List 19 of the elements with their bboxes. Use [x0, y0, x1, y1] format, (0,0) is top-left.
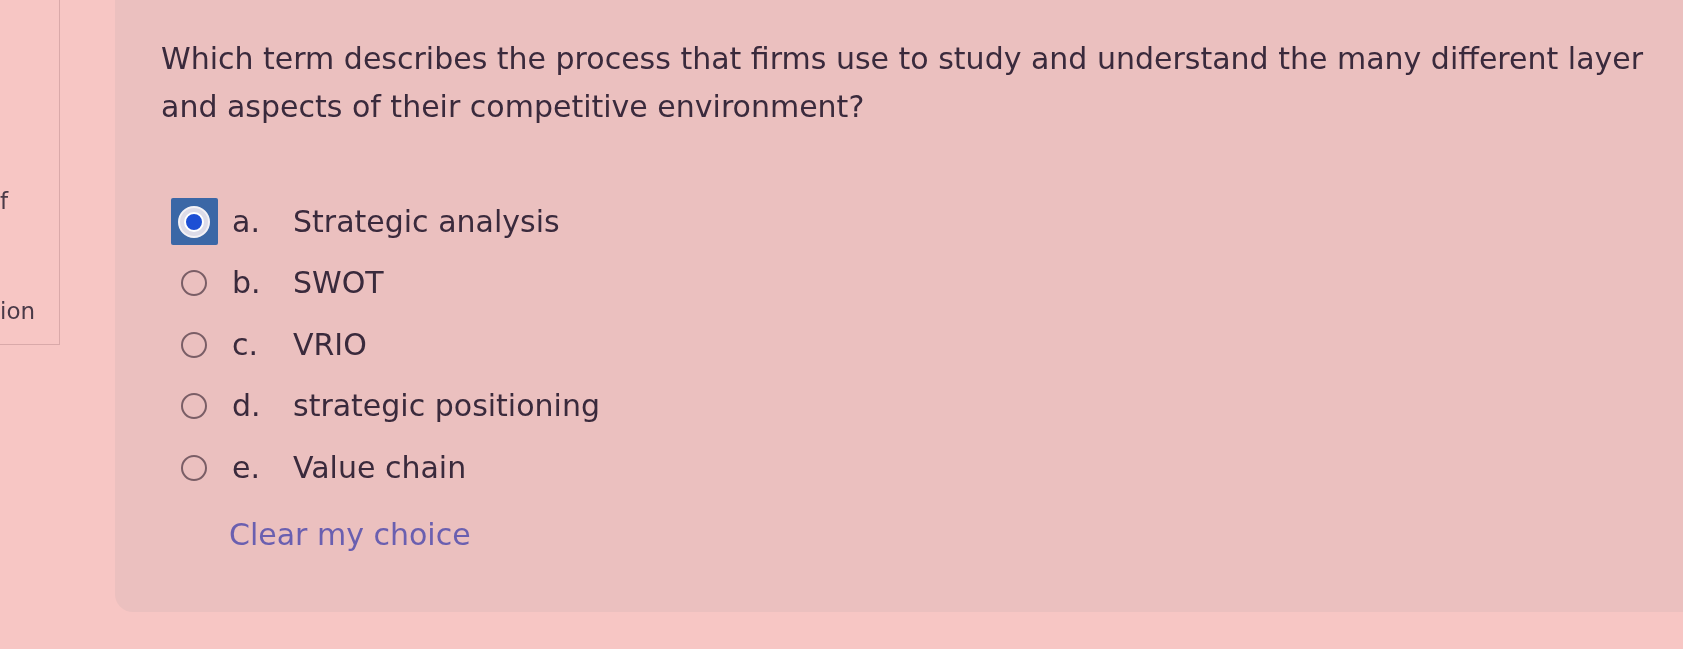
option-text: strategic positioning [293, 387, 600, 426]
option-letter: c. [232, 325, 260, 364]
radio-button[interactable] [181, 270, 207, 297]
option-letter: d. [232, 387, 262, 426]
option-text: Strategic analysis [293, 202, 560, 241]
radio-button[interactable] [181, 331, 207, 358]
radio-button[interactable] [170, 198, 218, 246]
radio-button[interactable] [181, 393, 207, 420]
clear-choice-link[interactable]: Clear my choice [229, 514, 471, 555]
option-text: SWOT [293, 264, 384, 303]
option-text: VRIO [293, 325, 367, 364]
question-text: Which term describes the process that firms use to study and understand the many different layer and aspects of their competitive environment? [161, 40, 1644, 126]
radio-button[interactable] [181, 454, 207, 481]
option-letter: b. [232, 264, 262, 303]
option-letter: a. [232, 202, 261, 241]
panel-text: f [0, 187, 9, 216]
option-text: Value chain [293, 448, 467, 487]
option-letter: e. [232, 448, 261, 487]
panel-text: ion [0, 297, 36, 326]
